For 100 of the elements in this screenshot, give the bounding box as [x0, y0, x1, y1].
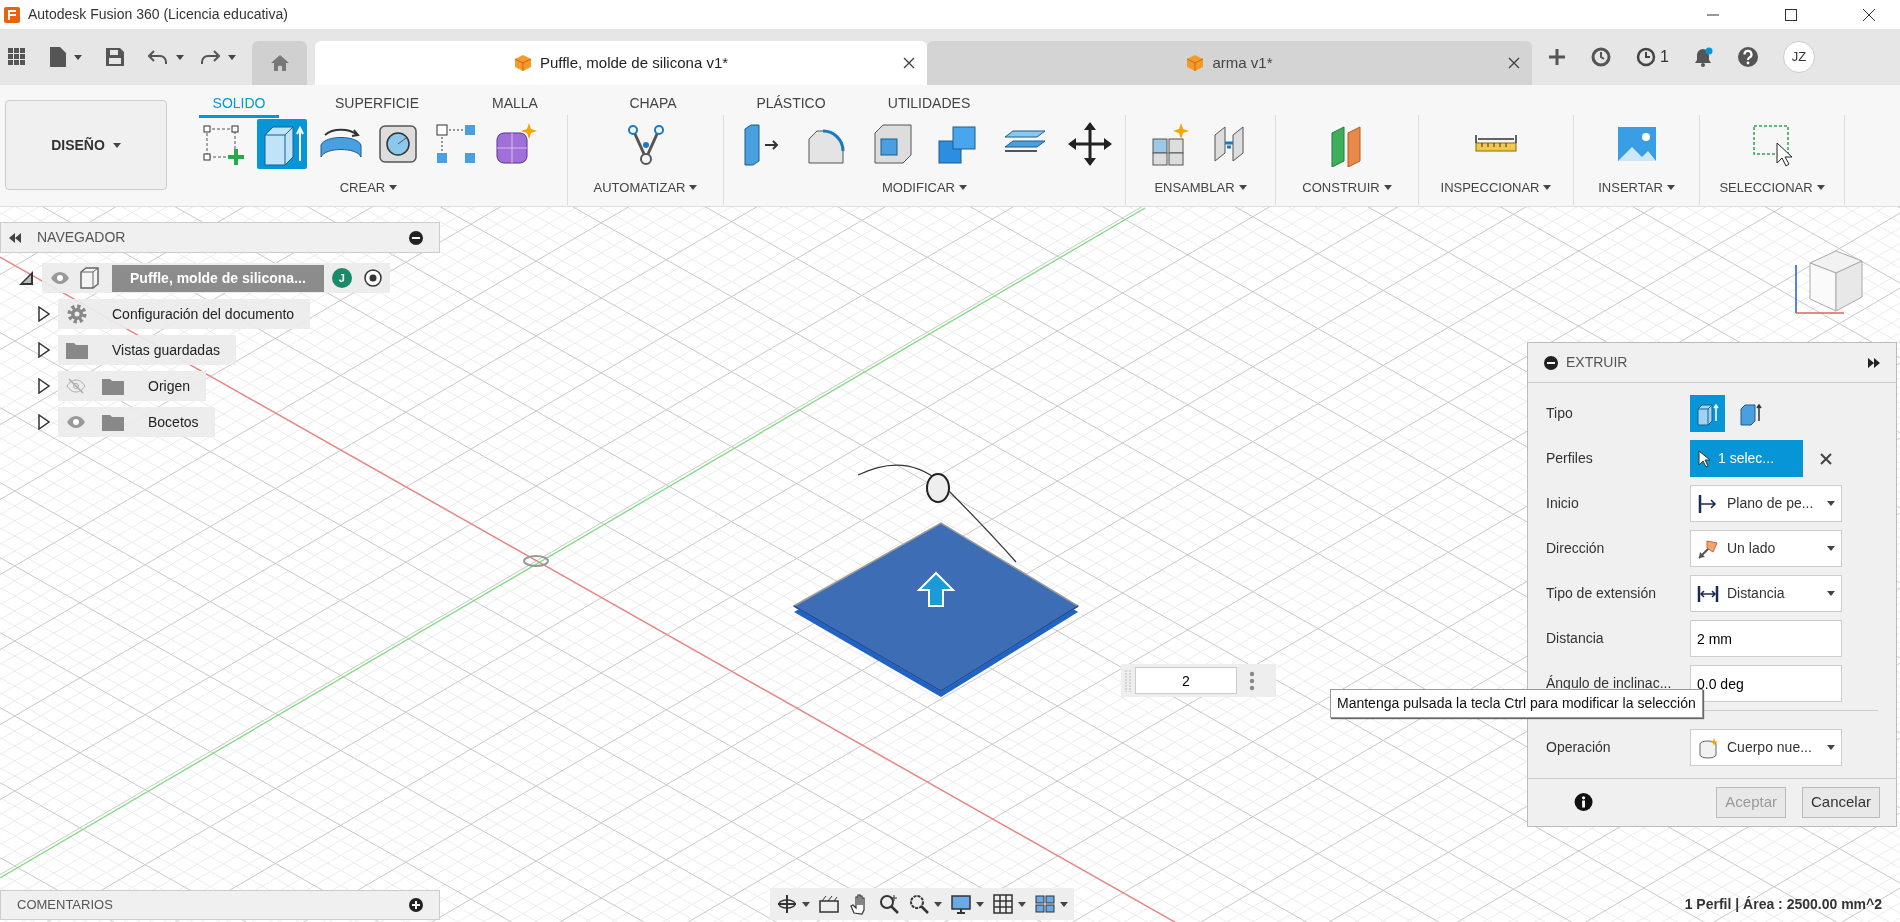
collapsed-triangle-icon[interactable]	[38, 306, 50, 322]
collapsed-triangle-icon[interactable]	[38, 414, 50, 430]
ribbon-tab[interactable]: PLÁSTICO	[722, 85, 860, 115]
gear-icon	[66, 303, 88, 325]
group-dropdown[interactable]: CONSTRUIR	[1302, 177, 1392, 197]
caret-icon[interactable]	[1060, 901, 1068, 907]
viewports-icon[interactable]	[1034, 893, 1056, 915]
zoom-fit-icon[interactable]	[908, 893, 930, 915]
ribbon-tab[interactable]: UTILIDADES	[860, 85, 998, 115]
field-label: Tipo	[1545, 404, 1574, 423]
eye-icon[interactable]	[66, 415, 86, 429]
home-tab[interactable]	[252, 41, 307, 85]
folder-icon	[102, 413, 124, 431]
caret-icon	[689, 184, 698, 190]
help-icon[interactable]	[1736, 46, 1759, 68]
orbit-icon[interactable]	[776, 893, 798, 915]
plus-icon[interactable]	[1548, 48, 1566, 66]
ribbon-tab[interactable]: MALLA	[446, 85, 584, 115]
app-logo-icon	[4, 6, 20, 23]
collapsed-triangle-icon[interactable]	[38, 378, 50, 394]
input-field[interactable]: 2 mm	[1690, 620, 1842, 657]
caret-icon	[1543, 184, 1552, 190]
redo-icon[interactable]	[200, 49, 220, 65]
ribbon-tab[interactable]: SUPERFICIE	[308, 85, 446, 115]
collapse-icon[interactable]	[9, 232, 21, 243]
job-count: 1	[1660, 47, 1669, 67]
tree-item-label[interactable]: Origen	[140, 375, 199, 397]
folder-icon	[66, 341, 88, 359]
input-field[interactable]: 2	[1135, 667, 1237, 694]
window-title: Autodesk Fusion 360 (Licencia educativa)	[28, 5, 288, 24]
minus-circle-icon[interactable]	[409, 230, 423, 245]
ribbon-tab[interactable]: CHAPA	[584, 85, 722, 115]
caret-icon[interactable]	[74, 54, 82, 60]
look-at-icon[interactable]	[818, 893, 840, 915]
panel-title: NAVEGADOR	[37, 228, 127, 247]
grip-icon[interactable]	[1125, 667, 1131, 694]
dropdown[interactable]: Un lado	[1690, 530, 1842, 567]
tooltip: Mantenga pulsada la tecla Ctrl para modificar la selección	[1330, 689, 1703, 718]
file-icon[interactable]	[50, 47, 66, 67]
clock-icon[interactable]	[1636, 47, 1656, 67]
caret-icon[interactable]	[802, 901, 810, 907]
type-toggle-button[interactable]	[1690, 395, 1725, 432]
dropdown[interactable]: Plano de pe...	[1690, 485, 1842, 522]
owner-avatar: J	[331, 268, 352, 288]
more-options-icon[interactable]	[1249, 670, 1255, 691]
workspace-dropdown[interactable]: DISEÑO	[5, 100, 167, 190]
tree-item-label[interactable]: Configuración del documento	[104, 303, 303, 325]
tree-item-label[interactable]: Bocetos	[140, 411, 207, 433]
origin-marker	[523, 555, 549, 567]
add-circle-icon[interactable]	[409, 898, 423, 912]
cube-icon	[1186, 54, 1205, 72]
caret-icon	[1827, 591, 1835, 596]
save-icon[interactable]	[106, 48, 124, 66]
group-dropdown[interactable]: MODIFICAR	[882, 177, 967, 197]
extrude-arrow-handle[interactable]	[916, 571, 956, 607]
user-avatar[interactable]: JZ	[1782, 41, 1815, 73]
group-dropdown[interactable]: SELECCIONAR	[1719, 177, 1825, 197]
close-icon[interactable]	[1508, 57, 1520, 69]
refresh-clock-icon[interactable]	[1590, 46, 1612, 68]
field-label: Perfiles	[1545, 449, 1594, 468]
minus-circle-icon[interactable]	[1544, 355, 1558, 370]
eye-icon[interactable]	[50, 271, 70, 285]
group-dropdown[interactable]: INSERTAR	[1598, 177, 1675, 197]
caret-icon	[1816, 184, 1825, 190]
angle-handle[interactable]	[926, 473, 950, 503]
caret-icon[interactable]	[976, 901, 984, 907]
caret-icon	[112, 142, 121, 148]
dropdown[interactable]: Cuerpo nue...	[1690, 729, 1842, 766]
document-tab[interactable]: arma v1*	[927, 41, 1532, 85]
close-icon[interactable]	[1862, 7, 1876, 22]
apps-grid-icon[interactable]	[8, 48, 26, 66]
expanded-triangle-icon[interactable]	[18, 270, 34, 286]
caret-icon	[1827, 501, 1835, 506]
status-text: 1 Perfil | Área : 2500.00 mm^2	[1684, 895, 1882, 914]
caret-icon[interactable]	[934, 901, 942, 907]
expand-icon[interactable]	[1868, 357, 1880, 368]
group-dropdown[interactable]: CREAR	[339, 177, 398, 197]
zoom-icon[interactable]	[878, 893, 900, 915]
clear-icon[interactable]	[1819, 451, 1833, 466]
activate-radio-icon[interactable]	[363, 269, 382, 287]
grid-icon[interactable]	[992, 893, 1014, 915]
dropdown[interactable]: Distancia	[1690, 575, 1842, 612]
display-icon[interactable]	[950, 893, 972, 915]
caret-icon[interactable]	[228, 54, 236, 60]
home-icon	[270, 55, 289, 71]
maximize-icon[interactable]	[1784, 7, 1798, 22]
caret-icon[interactable]	[1018, 901, 1026, 907]
undo-icon[interactable]	[148, 49, 168, 65]
group-dropdown[interactable]: AUTOMATIZAR	[593, 177, 698, 197]
collapsed-triangle-icon[interactable]	[38, 342, 50, 358]
field-label: Dirección	[1545, 539, 1606, 558]
group-dropdown[interactable]: ENSAMBLAR	[1154, 177, 1247, 197]
tree-item-label[interactable]: Vistas guardadas	[104, 339, 228, 361]
document-tab[interactable]: Puffle, molde de silicona v1*	[315, 41, 927, 85]
caret-icon[interactable]	[176, 54, 184, 60]
field-label: Inicio	[1545, 494, 1580, 513]
bell-icon[interactable]	[1692, 47, 1713, 67]
dialog-button[interactable]: Cancelar	[1802, 787, 1880, 818]
group-dropdown[interactable]: INSPECCIONAR	[1440, 177, 1552, 197]
close-icon[interactable]	[903, 57, 915, 69]
